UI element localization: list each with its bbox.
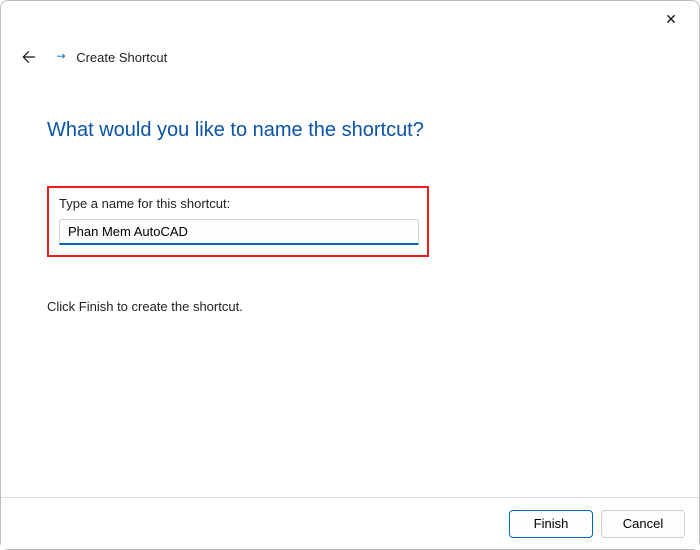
wizard-title: Create Shortcut — [76, 50, 167, 65]
instruction-text: Click Finish to create the shortcut. — [47, 299, 653, 314]
shortcut-name-label: Type a name for this shortcut: — [59, 196, 417, 211]
input-wrapper — [59, 219, 419, 245]
cancel-button[interactable]: Cancel — [601, 510, 685, 538]
close-button[interactable]: ✕ — [657, 5, 685, 33]
back-button[interactable] — [17, 47, 37, 67]
shortcut-name-input[interactable] — [59, 219, 419, 245]
wizard-header: ↗ Create Shortcut — [1, 37, 699, 67]
annotation-highlight: Type a name for this shortcut: — [47, 186, 429, 257]
shortcut-arrow-icon: ↗ — [53, 48, 69, 64]
finish-button[interactable]: Finish — [509, 510, 593, 538]
titlebar: ✕ — [1, 1, 699, 37]
content-area: What would you like to name the shortcut… — [1, 67, 699, 314]
page-heading: What would you like to name the shortcut… — [47, 119, 653, 142]
arrow-left-icon — [18, 48, 36, 66]
button-bar: Finish Cancel — [1, 497, 699, 549]
close-icon: ✕ — [665, 11, 677, 28]
